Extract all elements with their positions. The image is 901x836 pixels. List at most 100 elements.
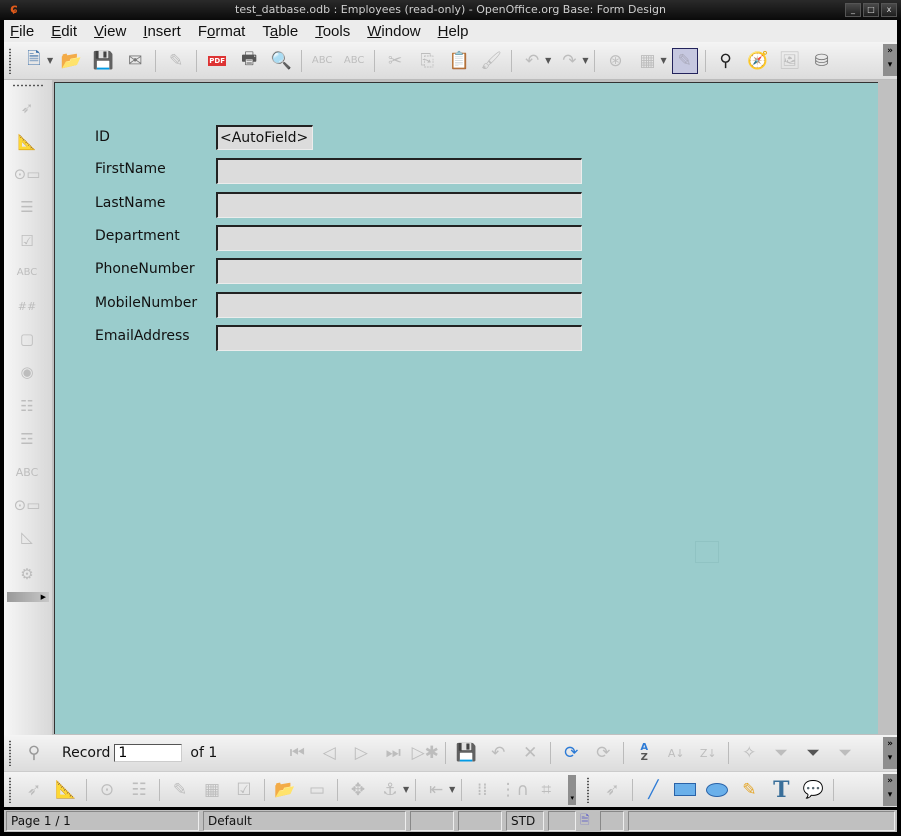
- save-record-icon[interactable]: 💾: [453, 740, 479, 766]
- new-record-icon[interactable]: ▷✱: [412, 740, 439, 766]
- reset-filter-icon[interactable]: ⏷: [832, 740, 858, 766]
- export-pdf-icon[interactable]: PDF: [204, 48, 230, 74]
- snap-to-grid-icon[interactable]: ⋮∩: [500, 777, 529, 803]
- rectangle-icon[interactable]: [672, 777, 698, 803]
- form-properties-icon[interactable]: ✎: [167, 777, 193, 803]
- close-button[interactable]: x: [881, 3, 897, 17]
- apply-filter-icon[interactable]: ⏷: [768, 740, 794, 766]
- sort-icon[interactable]: AZ: [631, 740, 657, 766]
- menu-format[interactable]: Format: [198, 23, 246, 40]
- field-phonenumber[interactable]: [216, 258, 582, 284]
- guides-icon[interactable]: ⌗: [533, 777, 559, 803]
- freeform-line-icon[interactable]: ✎: [736, 777, 762, 803]
- anchor-icon[interactable]: ⚓: [377, 777, 403, 803]
- toolbar-overflow-button[interactable]: » ▾: [883, 774, 897, 806]
- push-button-icon[interactable]: ▢: [12, 327, 42, 351]
- previous-record-icon[interactable]: ◁: [316, 740, 342, 766]
- label-id[interactable]: ID: [95, 129, 110, 145]
- data-sources-icon[interactable]: ⛁: [809, 48, 835, 74]
- save-icon[interactable]: 💾: [90, 48, 116, 74]
- drawing-toolbar-grip-handle[interactable]: [586, 776, 591, 803]
- page-style[interactable]: Default: [203, 811, 406, 831]
- new-document-icon[interactable]: 🗎: [21, 48, 47, 74]
- toolbar-grip-handle[interactable]: [12, 84, 44, 87]
- edit-file-icon[interactable]: ✎: [163, 48, 189, 74]
- form-icon[interactable]: ☷: [126, 777, 152, 803]
- design-mode-icon[interactable]: ✎: [671, 47, 698, 74]
- next-record-icon[interactable]: ▷: [348, 740, 374, 766]
- ellipse-icon[interactable]: [704, 777, 730, 803]
- redo-dropdown-arrow-icon[interactable]: ▼: [582, 56, 588, 65]
- refresh-icon[interactable]: ⟳: [558, 740, 584, 766]
- maximize-button[interactable]: □: [863, 3, 879, 17]
- print-preview-icon[interactable]: 🔍: [268, 48, 294, 74]
- control-icon[interactable]: ⊙: [94, 777, 120, 803]
- field-department[interactable]: [216, 225, 582, 251]
- field-emailaddress[interactable]: [216, 325, 582, 351]
- insert-mode-cell[interactable]: [458, 811, 502, 831]
- table-dropdown-arrow-icon[interactable]: ▼: [660, 56, 666, 65]
- standard-filter-icon[interactable]: ⏷: [800, 740, 826, 766]
- alignment-dropdown-arrow-icon[interactable]: ▼: [449, 785, 455, 794]
- form-design-icon[interactable]: ☰: [12, 195, 42, 219]
- alignment-icon[interactable]: ⇤: [423, 777, 449, 803]
- list-box-icon[interactable]: ☷: [12, 394, 42, 418]
- email-icon[interactable]: ✉: [122, 48, 148, 74]
- toolbar-overflow-button[interactable]: ▾: [568, 774, 577, 805]
- print-icon[interactable]: 🖶: [236, 48, 262, 74]
- new-dropdown-arrow-icon[interactable]: ▼: [47, 56, 53, 65]
- menu-edit[interactable]: Edit: [51, 23, 77, 40]
- toolbar-grip-handle[interactable]: [8, 740, 12, 766]
- gallery-icon[interactable]: 🖼: [777, 48, 803, 74]
- undo-dropdown-arrow-icon[interactable]: ▼: [545, 56, 551, 65]
- design-mode-icon[interactable]: 📐: [53, 777, 79, 803]
- design-mode-icon[interactable]: 📐: [12, 130, 42, 154]
- combo-box-icon[interactable]: ☲: [12, 427, 42, 451]
- toolbar-grip-handle[interactable]: [8, 47, 12, 74]
- toolbar-scroll-right-button[interactable]: ▶: [7, 592, 49, 602]
- menu-insert[interactable]: Insert: [143, 23, 181, 40]
- toolbar-overflow-button[interactable]: » ▾: [883, 737, 897, 769]
- last-record-icon[interactable]: ⏭: [380, 740, 406, 766]
- anchor-dropdown-arrow-icon[interactable]: ▼: [403, 785, 409, 794]
- find-icon[interactable]: ⚲: [713, 48, 739, 74]
- sort-ascending-icon[interactable]: A↓: [663, 740, 689, 766]
- menu-table[interactable]: Table: [262, 23, 298, 40]
- cut-icon[interactable]: ✂: [382, 48, 408, 74]
- text-box-icon[interactable]: ABC: [12, 260, 42, 284]
- undo-icon[interactable]: ↶: [519, 48, 545, 74]
- form-design-toolbar-icon[interactable]: ◺: [12, 525, 42, 549]
- first-record-icon[interactable]: ⏮: [284, 740, 310, 766]
- position-size-icon[interactable]: ✥: [345, 777, 371, 803]
- label-firstname[interactable]: FirstName: [95, 161, 166, 177]
- wizards-icon[interactable]: ⚙: [12, 562, 42, 586]
- field-mobilenumber[interactable]: [216, 292, 582, 318]
- delete-record-icon[interactable]: ✕: [517, 740, 543, 766]
- select-icon[interactable]: ➶: [12, 96, 42, 120]
- toolbar-overflow-button[interactable]: » ▾: [883, 44, 897, 76]
- field-lastname[interactable]: [216, 192, 582, 218]
- grid-icon[interactable]: ⁞⁞: [469, 777, 495, 803]
- option-button-icon[interactable]: ◉: [12, 360, 42, 384]
- label-phonenumber[interactable]: PhoneNumber: [95, 261, 195, 277]
- menu-view[interactable]: View: [94, 23, 126, 40]
- more-controls-icon[interactable]: ⊙▭: [12, 493, 42, 517]
- label-field-icon[interactable]: ABC: [12, 460, 42, 484]
- label-mobilenumber[interactable]: MobileNumber: [95, 295, 197, 311]
- callout-icon[interactable]: 💬: [800, 777, 826, 803]
- field-id[interactable]: <AutoField>: [216, 125, 313, 150]
- navigator-icon[interactable]: ⊛: [602, 48, 628, 74]
- spellcheck-icon[interactable]: ABC: [309, 48, 335, 74]
- undo-record-icon[interactable]: ↶: [485, 740, 511, 766]
- tab-order-icon[interactable]: ▦: [199, 777, 225, 803]
- menu-file[interactable]: File: [10, 23, 34, 40]
- formatted-field-icon[interactable]: ##: [12, 294, 42, 318]
- table-icon[interactable]: ▦: [634, 48, 660, 74]
- paste-icon[interactable]: 📋: [446, 48, 472, 74]
- sort-descending-icon[interactable]: Z↓: [695, 740, 721, 766]
- minimize-button[interactable]: _: [845, 3, 861, 17]
- autofilter-icon[interactable]: ✧: [736, 740, 762, 766]
- form-navigator-icon[interactable]: 🧭: [745, 48, 771, 74]
- record-number-input[interactable]: 1: [114, 744, 183, 762]
- menu-tools[interactable]: Tools: [315, 23, 350, 40]
